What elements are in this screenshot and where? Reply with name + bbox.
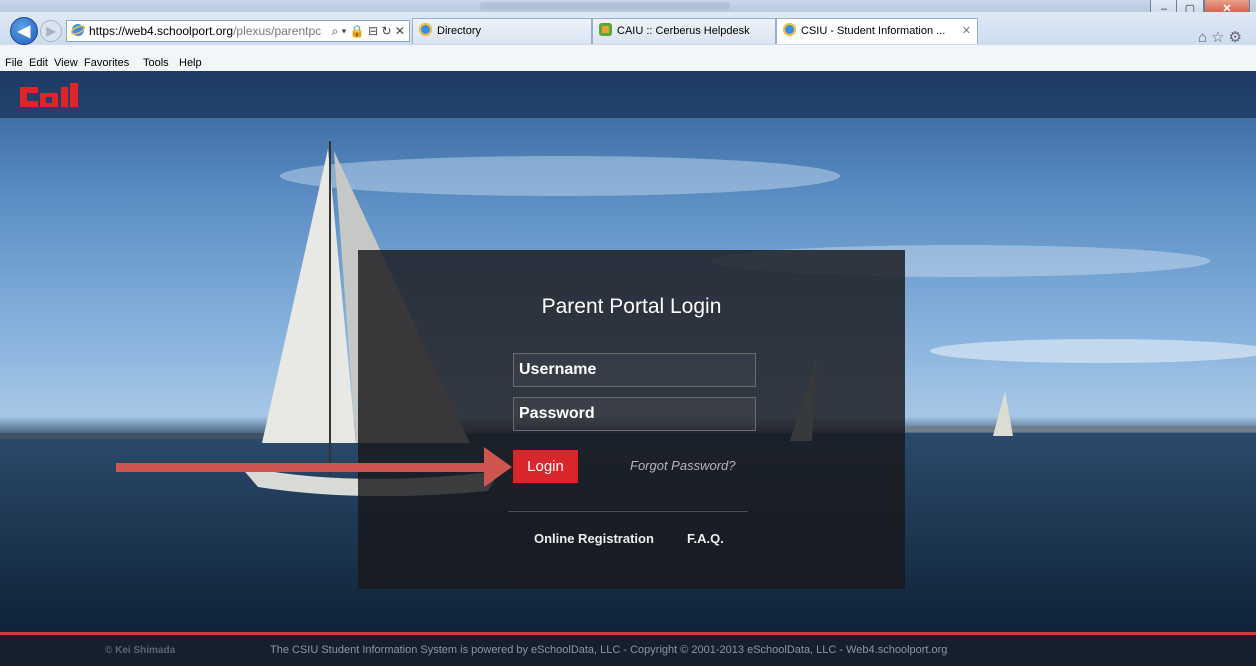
menu-edit[interactable]: Edit	[29, 57, 48, 69]
portal-page: Parent Portal Login Login Forgot Passwor…	[0, 71, 1256, 666]
ie-tab-icon	[783, 23, 796, 36]
tab-label: CSIU - Student Information ...	[801, 25, 946, 37]
header-strip	[0, 71, 1256, 118]
menu-favorites[interactable]: Favorites	[84, 57, 129, 69]
forward-button[interactable]: ▶	[40, 20, 62, 42]
ie-page-icon	[71, 24, 85, 36]
footer: © Kei Shimada The CSIU Student Informati…	[0, 635, 1256, 666]
menu-view[interactable]: View	[54, 57, 78, 69]
ie-tab-icon	[419, 23, 432, 36]
login-button[interactable]: Login	[513, 450, 578, 483]
csiu-logo	[20, 83, 78, 107]
faq-link[interactable]: F.A.Q.	[687, 531, 724, 546]
footer-copyright: The CSIU Student Information System is p…	[270, 644, 948, 656]
menu-help[interactable]: Help	[179, 57, 202, 69]
navigation-bar: ◀ ▶ https://web4.schoolport.org/plexus/p…	[0, 12, 1256, 46]
panel-divider	[508, 511, 748, 512]
annotation-arrowhead-icon	[484, 447, 512, 487]
menu-file[interactable]: File	[5, 57, 23, 69]
password-field[interactable]	[513, 397, 756, 431]
url-host: https://web4.schoolport.org	[89, 24, 234, 38]
online-registration-link[interactable]: Online Registration	[534, 531, 654, 546]
photo-credit: © Kei Shimada	[105, 645, 176, 656]
window-title-blurred	[480, 2, 730, 10]
annotation-arrow-icon	[116, 463, 498, 472]
tab-csiu-active[interactable]: CSIU - Student Information ... ✕	[776, 18, 978, 44]
forgot-password-link[interactable]: Forgot Password?	[630, 458, 736, 473]
home-favorites-settings-icons[interactable]: ⌂☆⚙	[1198, 28, 1246, 46]
forward-arrow-icon: ▶	[46, 24, 56, 38]
tab-directory[interactable]: Directory	[412, 18, 592, 44]
address-tools-icons[interactable]: ⌕ ▾ 🔒 ⊟ ↻ ✕	[328, 21, 405, 41]
menu-bar: File Edit View Favorites Tools Help	[0, 45, 1256, 72]
title-bar	[0, 0, 1256, 12]
login-title: Parent Portal Login	[541, 295, 722, 318]
login-panel: Parent Portal Login Login Forgot Passwor…	[358, 250, 905, 589]
tab-label: Directory	[437, 25, 482, 37]
back-arrow-icon: ◀	[17, 23, 31, 40]
menu-tools[interactable]: Tools	[143, 57, 169, 69]
address-bar[interactable]: https://web4.schoolport.org/plexus/paren…	[66, 20, 410, 42]
cerberus-tab-icon	[599, 23, 612, 36]
username-field[interactable]	[513, 353, 756, 387]
tab-close-icon[interactable]: ✕	[962, 19, 971, 44]
tab-caiu-helpdesk[interactable]: CAIU :: Cerberus Helpdesk	[592, 18, 776, 44]
back-button[interactable]: ◀	[10, 17, 38, 45]
url-path: /plexus/parentpc	[233, 24, 322, 38]
tab-label: CAIU :: Cerberus Helpdesk	[617, 25, 750, 37]
